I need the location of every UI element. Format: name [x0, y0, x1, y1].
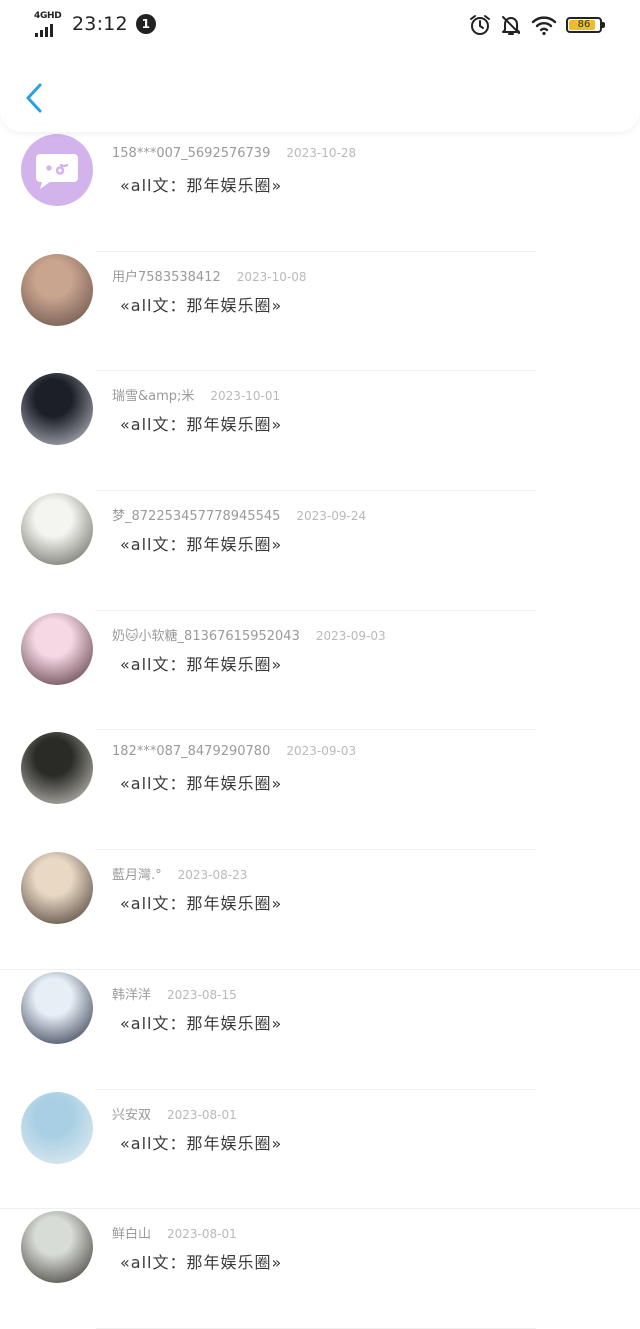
reader-name: 韩洋洋 — [112, 987, 152, 1003]
reader-name: 鲜白山 — [112, 1227, 152, 1243]
alarm-icon — [470, 15, 490, 35]
avatar[interactable] — [21, 612, 93, 685]
read-date: 2023-08-15 — [167, 987, 237, 1002]
read-date: 2023-09-24 — [296, 509, 367, 524]
reader-name: 奶🐱小软糖_81367615952043 — [112, 628, 300, 644]
reader-name: 用户7583538412 — [112, 269, 221, 285]
back-button[interactable] — [20, 80, 50, 116]
avatar[interactable] — [21, 732, 93, 805]
reader-meta: 瑞雪&amp;米 2023-10-01 — [112, 385, 280, 404]
notification-badge: 1 — [135, 14, 156, 34]
avatar[interactable] — [21, 852, 93, 925]
reader-name: 158***007_5692576739 — [112, 146, 271, 161]
book-title: «all文：那年娱乐圈» — [120, 535, 283, 555]
read-date: 2023-08-01 — [167, 1107, 237, 1122]
list-item[interactable]: 鲜白山 2023-08-01 «all文：那年娱乐圈» — [0, 1209, 640, 1329]
read-date: 2023-10-08 — [236, 269, 307, 284]
reader-meta: 用户7583538412 2023-10-08 — [112, 266, 306, 285]
chevron-left-icon — [26, 83, 42, 113]
list-item[interactable]: 兴安双 2023-08-01 «all文：那年娱乐圈» — [0, 1090, 640, 1210]
book-title: «all文：那年娱乐圈» — [120, 415, 283, 435]
list-item[interactable]: 158***007_5692576739 2023-10-28 «all文：那年娱乐… — [0, 132, 640, 252]
book-title: «all文：那年娱乐圈» — [120, 774, 283, 794]
book-title: «all文：那年娱乐圈» — [120, 654, 283, 674]
avatar[interactable] — [21, 1211, 93, 1284]
book-title: «all文：那年娱乐圈» — [120, 295, 283, 315]
read-date: 2023-09-03 — [315, 628, 386, 643]
read-date: 2023-08-23 — [177, 868, 248, 883]
battery-icon: 86 — [566, 17, 605, 33]
list-item[interactable]: 用户7583538412 2023-10-08 «all文：那年娱乐圈» — [0, 252, 640, 372]
avatar[interactable] — [21, 373, 93, 446]
read-date: 2023-10-01 — [210, 389, 281, 404]
reader-meta: 182***087_8479290780 2023-09-03 — [112, 744, 356, 759]
book-title: «all文：那年娱乐圈» — [120, 1133, 283, 1153]
reader-meta: 韩洋洋 2023-08-15 — [112, 984, 237, 1003]
reader-list: 158***007_5692576739 2023-10-28 «all文：那年娱乐… — [0, 132, 640, 1329]
cellular-signal-icon: 4GHD — [34, 11, 64, 37]
message-bubble-icon[interactable] — [21, 134, 93, 206]
book-title: «all文：那年娱乐圈» — [120, 894, 283, 914]
list-item[interactable]: 奶🐱小软糖_81367615952043 2023-09-03 «all文：那年娱乐… — [0, 611, 640, 731]
list-item[interactable]: 韩洋洋 2023-08-15 «all文：那年娱乐圈» — [0, 970, 640, 1090]
status-bar: 4GHD 23:12 1 86 — [0, 0, 640, 48]
reader-name: 瑞雪&amp;米 — [112, 389, 195, 405]
book-title: «all文：那年娱乐圈» — [120, 176, 283, 195]
reader-meta: 藍月灣.° 2023-08-23 — [112, 864, 247, 883]
avatar[interactable] — [21, 253, 93, 326]
mute-bell-icon — [502, 16, 520, 35]
reader-meta: 158***007_5692576739 2023-10-28 — [112, 146, 356, 161]
reader-meta: 梦_872253457778945545 2023-09-24 — [112, 505, 366, 524]
list-item[interactable]: 梦_872253457778945545 2023-09-24 «all文：那年娱乐… — [0, 491, 640, 611]
reader-meta: 鲜白山 2023-08-01 — [112, 1223, 237, 1242]
reader-name: 梦_872253457778945545 — [112, 509, 281, 525]
list-item[interactable]: 藍月灣.° 2023-08-23 «all文：那年娱乐圈» — [0, 850, 640, 970]
avatar[interactable] — [21, 493, 93, 566]
reader-name: 兴安双 — [112, 1107, 152, 1123]
wifi-icon — [531, 16, 557, 36]
reader-name: 182***087_8479290780 — [112, 744, 271, 760]
reader-meta: 兴安双 2023-08-01 — [112, 1104, 237, 1123]
book-title: «all文：那年娱乐圈» — [120, 1253, 283, 1273]
top-bar: 4GHD 23:12 1 86 — [0, 0, 640, 132]
avatar[interactable] — [21, 1091, 93, 1164]
clock: 23:12 — [72, 13, 128, 35]
read-date: 2023-09-03 — [286, 744, 357, 759]
read-date: 2023-10-28 — [286, 146, 357, 160]
reader-name: 藍月灣.° — [112, 868, 162, 884]
network-type: 4GHD — [34, 11, 62, 21]
list-item[interactable]: 182***087_8479290780 2023-09-03 «all文：那年娱乐… — [0, 730, 640, 851]
avatar[interactable] — [21, 971, 93, 1044]
book-title: «all文：那年娱乐圈» — [120, 1013, 283, 1033]
reader-meta: 奶🐱小软糖_81367615952043 2023-09-03 — [112, 625, 386, 644]
read-date: 2023-08-01 — [167, 1227, 237, 1242]
list-item[interactable]: 瑞雪&amp;米 2023-10-01 «all文：那年娱乐圈» — [0, 371, 640, 492]
battery-level: 86 — [577, 19, 591, 30]
